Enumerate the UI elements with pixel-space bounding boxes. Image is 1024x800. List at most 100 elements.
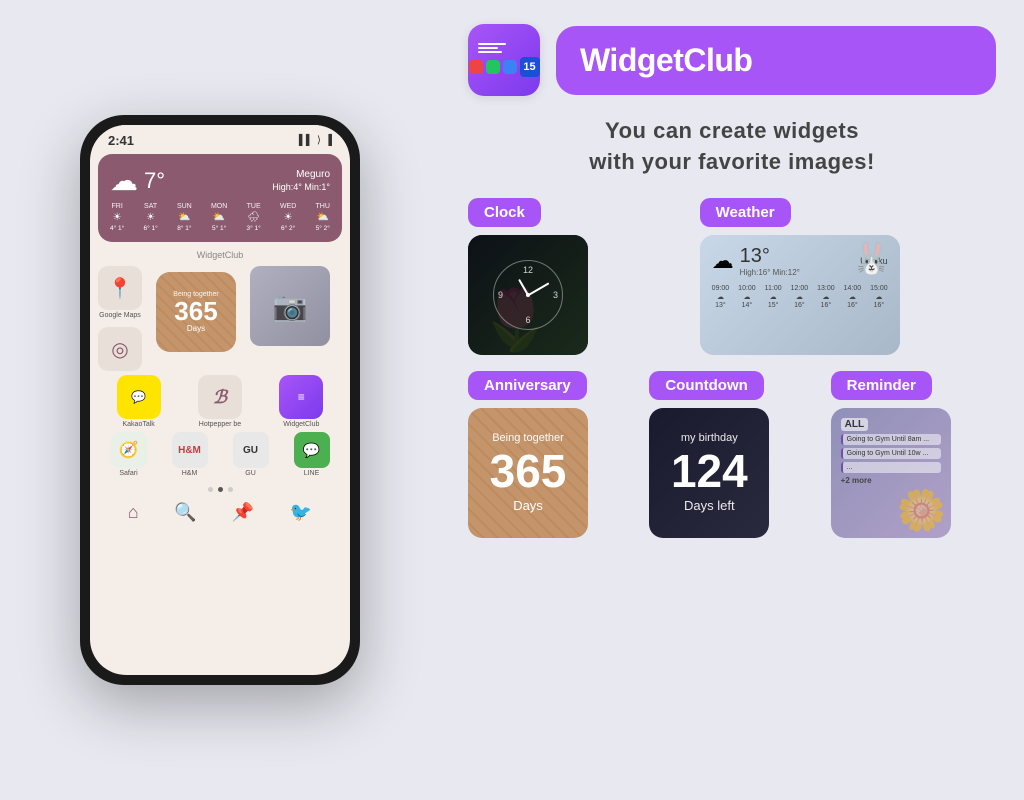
phone-time: 2:41 bbox=[108, 133, 134, 148]
wp-icon-6: ☁ bbox=[875, 293, 882, 301]
wp-time-3: 12:00 bbox=[791, 285, 809, 292]
clock-face: 12 3 6 9 bbox=[493, 260, 563, 330]
ap-days: Days bbox=[513, 498, 543, 513]
wp-day-5: 14:00 ☁ 16° bbox=[844, 285, 862, 309]
badge-blue bbox=[503, 60, 517, 74]
wp-day-6: 15:00 ☁ 16° bbox=[870, 285, 888, 309]
line-label: LINE bbox=[304, 470, 320, 477]
badge-15: 15 bbox=[520, 57, 540, 77]
rp-item-2: ... bbox=[841, 462, 941, 473]
tagline-line1: You can create widgets bbox=[605, 118, 859, 143]
tagline-text: You can create widgets with your favorit… bbox=[468, 116, 996, 178]
phone-weather-widget: ☁ 7° Meguro High:4° Min:1° FRI ☀ 4° 1° bbox=[98, 154, 342, 242]
phone-screen: 2:41 ▌▌ ⟩ ▐ ☁ 7° Meguro High:4° Min:1° bbox=[90, 125, 350, 675]
header-row: 15 WidgetClub bbox=[468, 24, 996, 96]
badge-green bbox=[486, 60, 500, 74]
icon-line-3 bbox=[478, 51, 502, 53]
right-panel: 15 WidgetClub You can create widgets wit… bbox=[440, 0, 1024, 800]
weather-day-mon: MON ⛅ 5° 1° bbox=[211, 203, 227, 232]
cp-title: my birthday bbox=[681, 432, 738, 444]
weather-location: Meguro bbox=[272, 169, 330, 180]
line-icon: 💬 bbox=[294, 432, 330, 468]
ap-number: 365 bbox=[490, 448, 567, 494]
wp-time-0: 09:00 bbox=[712, 285, 730, 292]
phone-mockup: 2:41 ▌▌ ⟩ ▐ ☁ 7° Meguro High:4° Min:1° bbox=[80, 115, 360, 685]
wp-temp-3: 16° bbox=[794, 302, 805, 309]
category-reminder: Reminder ALL Going to Gym Until 8am ... … bbox=[831, 371, 996, 538]
weather-day-fri: FRI ☀ 4° 1° bbox=[110, 203, 124, 232]
phone-middle-section: 📍 Google Maps ◎ Being together 365 Days bbox=[90, 266, 350, 371]
wp-days: 09:00 ☁ 13° 10:00 ☁ 14° 11:00 ☁ 15° bbox=[712, 285, 888, 309]
weather-preview-bg: ☁ 13° High:16° Min:12° Ushiku 🐰 09:00 ☁ bbox=[700, 235, 900, 355]
wp-day-1: 10:00 ☁ 14° bbox=[738, 285, 756, 309]
wp-icon-4: ☁ bbox=[822, 293, 829, 301]
category-weather: Weather ☁ 13° High:16° Min:12° Ushiku bbox=[700, 198, 996, 355]
widget-club-label: WidgetClub bbox=[90, 246, 350, 262]
weather-minmax: High:4° Min:1° bbox=[272, 182, 330, 192]
camera-silhouette: 📷 bbox=[273, 290, 308, 323]
wp-temp-6: 16° bbox=[874, 302, 885, 309]
weather-day-wed: WED ☀ 6° 2° bbox=[280, 203, 296, 232]
wifi-app-icon: ◎ bbox=[98, 327, 142, 371]
kakao-label: KakaoTalk bbox=[123, 421, 155, 428]
wp-temp: 13° bbox=[740, 245, 800, 268]
clock-9: 9 bbox=[498, 290, 503, 300]
wp-icon-1: ☁ bbox=[743, 293, 750, 301]
wp-bunny-icon: 🐰 bbox=[852, 239, 892, 277]
app-wifi-placeholder: ◎ bbox=[98, 327, 142, 371]
wp-time-4: 13:00 bbox=[817, 285, 835, 292]
weather-days: FRI ☀ 4° 1° SAT ☀ 6° 1° SUN ⛅ 8° 1° bbox=[110, 203, 330, 232]
photo-placeholder: 📷 bbox=[250, 266, 330, 346]
reminder-label: Reminder bbox=[831, 371, 932, 400]
anni-phone-number: 365 bbox=[174, 298, 217, 324]
phone-photo-widget: 📷 bbox=[250, 266, 330, 346]
app-hm: H&M H&M bbox=[172, 432, 208, 477]
wp-icon-0: ☁ bbox=[717, 293, 724, 301]
icon-line-2 bbox=[478, 47, 498, 49]
rp-all: ALL bbox=[841, 418, 868, 431]
rp-flower-icon: 🌼 bbox=[897, 487, 947, 534]
safari-label: Safari bbox=[119, 470, 137, 477]
brand-name: WidgetClub bbox=[580, 42, 972, 79]
nav-home-icon: ⌂ bbox=[128, 502, 139, 523]
widgetclub-phone-icon: ≡ bbox=[279, 375, 323, 419]
wifi-icon: ⟩ bbox=[317, 135, 321, 146]
safari-icon: 🧭 bbox=[111, 432, 147, 468]
app-google-maps: 📍 Google Maps bbox=[98, 266, 142, 319]
clock-minute-hand bbox=[528, 282, 550, 295]
rp-item-0: Going to Gym Until 8am ... bbox=[841, 434, 941, 445]
rp-more: +2 more bbox=[841, 476, 941, 485]
category-countdown: Countdown my birthday 124 Days left bbox=[649, 371, 814, 538]
clock-hour-hand bbox=[518, 279, 529, 296]
clock-6: 6 bbox=[525, 315, 530, 325]
hotpepper-icon: ℬ bbox=[198, 375, 242, 419]
hm-label: H&M bbox=[182, 470, 198, 477]
analog-clock: 12 3 6 9 bbox=[493, 260, 563, 330]
reminder-preview: ALL Going to Gym Until 8am ... Going to … bbox=[831, 408, 951, 538]
bottom-icons: 🧭 Safari H&M H&M GU GU 💬 LINE bbox=[90, 428, 350, 481]
wp-day-2: 11:00 ☁ 15° bbox=[765, 285, 782, 309]
gu-icon: GU bbox=[233, 432, 269, 468]
app-kakao: 💬 KakaoTalk bbox=[117, 375, 161, 428]
wp-temp-2: 15° bbox=[768, 302, 779, 309]
app-icon-big: 15 bbox=[468, 24, 540, 96]
anni-phone-unit: Days bbox=[187, 324, 205, 333]
left-panel: 2:41 ▌▌ ⟩ ▐ ☁ 7° Meguro High:4° Min:1° bbox=[0, 0, 440, 800]
brand-pill: WidgetClub bbox=[556, 26, 996, 95]
clock-bg: 🌷 12 3 6 9 bbox=[468, 235, 588, 355]
categories-bottom-row: Anniversary Being together 365 Days Coun… bbox=[468, 371, 996, 538]
anni-phone-label: Being together bbox=[173, 291, 219, 298]
category-anniversary: Anniversary Being together 365 Days bbox=[468, 371, 633, 538]
wp-day-0: 09:00 ☁ 13° bbox=[712, 285, 730, 309]
tagline-line2: with your favorite images! bbox=[589, 149, 875, 174]
page-dots bbox=[90, 481, 350, 498]
gu-label: GU bbox=[245, 470, 256, 477]
wp-time-6: 15:00 bbox=[870, 285, 888, 292]
app-hotpepper: ℬ Hotpepper be bbox=[198, 375, 242, 428]
wp-temp-1: 14° bbox=[742, 302, 753, 309]
app-icon-inner: 15 bbox=[468, 24, 540, 96]
battery-icon: ▐ bbox=[325, 135, 332, 146]
icon-lines bbox=[474, 43, 506, 53]
rp-item-1: Going to Gym Until 10w ... bbox=[841, 448, 941, 459]
wp-cloud-icon: ☁ bbox=[712, 248, 734, 274]
